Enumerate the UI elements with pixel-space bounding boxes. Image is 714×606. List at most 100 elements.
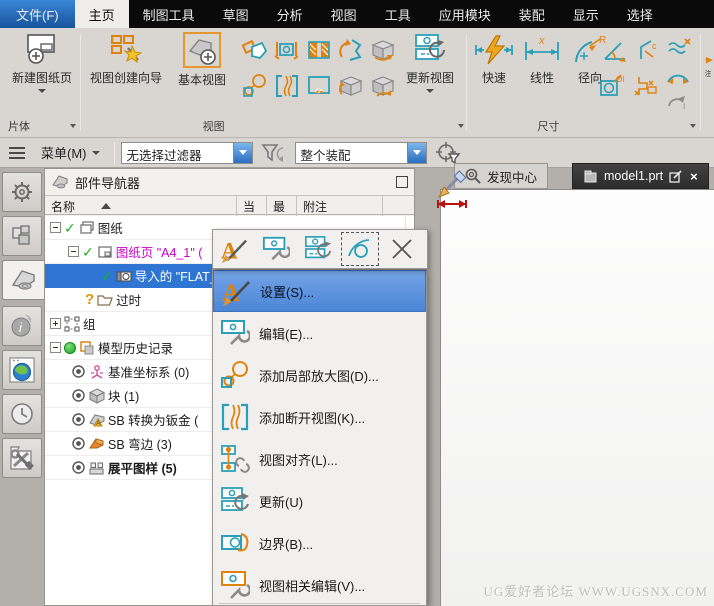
rapid-dimension-button[interactable]: 快速 <box>472 34 516 86</box>
collapse-icon[interactable] <box>50 222 61 233</box>
menu-tab-assemblies[interactable]: 装配 <box>505 0 559 28</box>
chamfer-dimension-icon[interactable]: c <box>636 36 662 64</box>
update-tool-button[interactable] <box>297 231 339 267</box>
menu-tab-home[interactable]: 主页 <box>74 0 129 28</box>
ordinate-dimension-icon[interactable] <box>666 34 694 62</box>
menu-tab-tools[interactable]: 工具 <box>371 0 425 28</box>
combo-drop-button[interactable] <box>406 142 426 163</box>
note-button-clipped[interactable]: 注 <box>704 38 714 98</box>
cube-icon <box>89 387 105 404</box>
menu-tab-drafting-tools[interactable]: 制图工具 <box>129 0 209 28</box>
menu-bar: 文件(F) 主页 制图工具 草图 分析 视图 工具 应用模块 装配 显示 选择 <box>0 0 714 28</box>
edit-tool-button[interactable] <box>255 231 297 267</box>
projected-view-icon[interactable] <box>272 34 302 66</box>
column-latest[interactable]: 最 <box>267 196 297 216</box>
section-view-icon[interactable] <box>240 34 270 66</box>
scope-combo[interactable]: 整个装配 <box>294 141 427 164</box>
hole-dimension-icon[interactable]: ØI <box>598 72 626 100</box>
menu-tab-render[interactable]: 显示 <box>559 0 613 28</box>
view-alignment-icon <box>220 444 250 474</box>
detail-view-icon <box>347 236 373 262</box>
history-button[interactable] <box>2 394 42 434</box>
part-navigator-button[interactable] <box>2 260 45 300</box>
graphics-window[interactable]: UG爱好者论坛 WWW.UGSNX.COM <box>440 189 714 606</box>
base-view-button[interactable]: 基本视图 <box>170 32 234 88</box>
thickness-dimension-icon[interactable]: I <box>664 90 692 114</box>
chevron-down-icon[interactable] <box>457 124 464 128</box>
sheet-section: 片体 <box>8 116 76 136</box>
menu-tab-selection[interactable]: 选择 <box>613 0 667 28</box>
menu-item-view-dependent-edit[interactable]: 视图相关编辑(V)... <box>213 564 426 605</box>
group-icon <box>64 316 80 332</box>
combo-drop-button[interactable] <box>232 142 252 163</box>
web-browser-button[interactable] <box>2 350 42 390</box>
rotated-section-icon[interactable] <box>336 34 366 66</box>
flange-icon <box>89 436 105 452</box>
menu-item-add-break-view[interactable]: 添加断开视图(K)... <box>213 396 426 438</box>
tab-model1-prt[interactable]: model1.prt × <box>572 163 709 189</box>
linear-dimension-button[interactable]: x 线性 <box>520 34 564 86</box>
panel-maximize-button[interactable] <box>396 176 408 188</box>
column-current[interactable]: 当 <box>237 196 267 216</box>
filter-reset-icon[interactable] <box>260 142 287 164</box>
settings-a-brush-icon: A <box>220 235 248 263</box>
menu-tab-application[interactable]: 应用模块 <box>425 0 505 28</box>
menu-item-update[interactable]: 更新(U) <box>213 480 426 522</box>
menu-item-add-detail-view[interactable]: 添加局部放大图(D)... <box>213 354 426 396</box>
update-view-button[interactable]: 更新视图 <box>400 32 460 93</box>
close-toolbar-button[interactable] <box>381 231 423 267</box>
selection-filter-combo[interactable]: 无选择过滤器 <box>120 141 253 164</box>
section-cut-icon[interactable] <box>304 34 334 66</box>
angular-dimension-icon[interactable] <box>600 36 630 64</box>
format-painter-cursor <box>436 170 472 212</box>
assembly-navigator-button[interactable] <box>2 216 42 256</box>
toolbox-button[interactable] <box>2 438 42 478</box>
menu-item-settings[interactable]: A 设置(S)... <box>213 270 426 312</box>
view-icon <box>116 268 132 284</box>
3d-section-icon[interactable] <box>368 34 398 66</box>
expand-icon[interactable] <box>50 318 61 329</box>
update-view-icon <box>220 486 250 516</box>
svg-text:x: x <box>538 35 545 47</box>
cutaway-icon[interactable] <box>336 70 366 102</box>
detail-view-tool-button[interactable] <box>341 232 379 266</box>
settings-tool-button[interactable]: A <box>213 231 255 267</box>
menu-button[interactable]: 菜单(M) <box>33 141 108 165</box>
menu-tab-analysis[interactable]: 分析 <box>263 0 317 28</box>
eye-icon <box>71 364 86 379</box>
menu-item-view-alignment[interactable]: 视图对齐(L)... <box>213 438 426 480</box>
new-sheet-button[interactable]: 新建图纸页 <box>10 32 74 93</box>
menu-item-boundary[interactable]: 边界(B)... <box>213 522 426 564</box>
menu-item-edit[interactable]: 编辑(E)... <box>213 312 426 354</box>
hamburger-icon[interactable] <box>9 144 25 162</box>
rapid-dimension-icon <box>474 34 514 66</box>
column-name[interactable]: 名称 <box>45 196 237 216</box>
menu-tab-file[interactable]: 文件(F) <box>0 0 75 28</box>
column-extra <box>383 196 414 216</box>
chevron-down-icon[interactable] <box>70 124 76 128</box>
settings-sidebar-button[interactable] <box>2 172 42 212</box>
constraint-navigator-button[interactable]: i <box>2 306 42 346</box>
resource-bar: i <box>0 168 45 606</box>
collapse-icon[interactable] <box>50 342 61 353</box>
ribbon-separator <box>466 34 467 130</box>
menu-tab-sketch[interactable]: 草图 <box>209 0 263 28</box>
section-iso-icon[interactable] <box>368 70 398 102</box>
eye-icon <box>71 412 86 427</box>
close-tab-icon[interactable]: × <box>690 169 698 184</box>
svg-text:ØI: ØI <box>616 75 624 84</box>
chevron-down-icon[interactable] <box>689 124 696 128</box>
column-note[interactable]: 附注 <box>297 196 383 216</box>
edit-tab-icon[interactable] <box>669 169 682 183</box>
break-view-icon[interactable] <box>272 70 302 102</box>
menu-tab-view[interactable]: 视图 <box>317 0 371 28</box>
half-section-icon[interactable] <box>304 70 334 102</box>
detail-view-icon[interactable] <box>240 70 270 102</box>
offset-dimension-icon[interactable] <box>632 72 660 100</box>
snap-point-icon[interactable] <box>435 141 463 165</box>
collapse-icon[interactable] <box>68 246 79 257</box>
dimension-section: 尺寸 <box>472 116 696 136</box>
view-wizard-button[interactable]: 视图创建向导 <box>86 32 166 86</box>
sheetmetal-convert-icon: A <box>89 412 105 428</box>
arc-length-icon[interactable] <box>664 64 692 88</box>
